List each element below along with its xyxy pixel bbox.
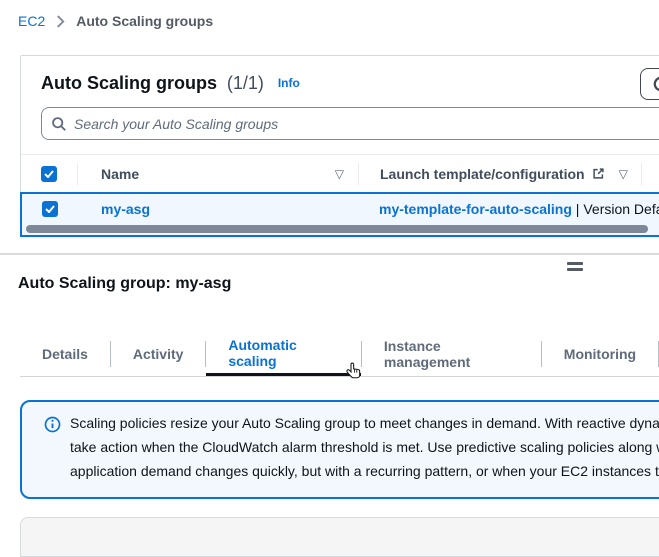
external-link-icon bbox=[592, 167, 605, 180]
table-header-row: Name ▽ Launch template/configuration ▽ bbox=[21, 154, 659, 192]
result-count: (1/1) bbox=[227, 73, 264, 93]
column-header-launch-template[interactable]: Launch template/configuration ▽ bbox=[359, 166, 641, 182]
select-all-cell bbox=[21, 166, 77, 182]
alert-line: application demand changes quickly, but … bbox=[70, 459, 659, 483]
sort-icon[interactable]: ▽ bbox=[335, 167, 344, 181]
launch-template-version: | Version Default bbox=[572, 201, 659, 217]
scaling-policies-card-header bbox=[20, 517, 659, 557]
column-label: Name bbox=[101, 166, 139, 182]
tab-monitoring[interactable]: Monitoring bbox=[542, 332, 658, 376]
sort-icon[interactable]: ▽ bbox=[619, 167, 628, 181]
refresh-icon bbox=[652, 75, 659, 93]
screen: { "colors": { "accent_blue": "#0972d3", … bbox=[0, 0, 659, 534]
launch-template-link[interactable]: my-template-for-auto-scaling bbox=[379, 201, 572, 217]
column-divider bbox=[641, 163, 642, 185]
search-icon bbox=[51, 116, 67, 132]
tab-automatic-scaling[interactable]: Automatic scaling bbox=[206, 332, 361, 376]
page-title: Auto Scaling groups bbox=[41, 73, 217, 93]
table-row[interactable]: my-asg my-template-for-auto-scaling | Ve… bbox=[22, 194, 659, 223]
table-card-header: Auto Scaling groups (1/1) Info bbox=[21, 56, 659, 105]
column-label: Launch template/configuration bbox=[380, 166, 585, 182]
alert-text: Scaling policies resize your Auto Scalin… bbox=[70, 411, 659, 483]
column-header-name[interactable]: Name ▽ bbox=[78, 166, 358, 182]
search-row bbox=[21, 105, 659, 154]
refresh-button[interactable] bbox=[640, 68, 659, 100]
asg-name-link[interactable]: my-asg bbox=[101, 201, 150, 217]
tab-details[interactable]: Details bbox=[20, 332, 110, 376]
search-input[interactable] bbox=[74, 116, 659, 132]
breadcrumb-link-ec2[interactable]: EC2 bbox=[18, 13, 45, 29]
cell-name: my-asg bbox=[78, 201, 358, 217]
row-select-cell bbox=[22, 201, 78, 217]
info-link[interactable]: Info bbox=[278, 76, 300, 90]
chevron-right-icon bbox=[56, 15, 65, 28]
horizontal-scrollbar bbox=[22, 223, 659, 235]
search-box[interactable] bbox=[41, 107, 659, 140]
info-alert: Scaling policies resize your Auto Scalin… bbox=[20, 400, 659, 499]
breadcrumb: EC2 Auto Scaling groups bbox=[18, 13, 213, 29]
alert-line: take action when the CloudWatch alarm th… bbox=[70, 435, 659, 459]
cell-launch-template: my-template-for-auto-scaling | Version D… bbox=[358, 201, 640, 217]
alert-line: Scaling policies resize your Auto Scalin… bbox=[70, 411, 659, 435]
split-panel-title: Auto Scaling group: my-asg bbox=[18, 275, 231, 293]
tabs-bar: Details Activity Automatic scaling Insta… bbox=[20, 332, 659, 377]
tab-activity[interactable]: Activity bbox=[111, 332, 206, 376]
split-panel-border bbox=[0, 253, 659, 255]
horizontal-scrollbar-thumb[interactable] bbox=[26, 225, 648, 233]
breadcrumb-current: Auto Scaling groups bbox=[76, 13, 213, 29]
row-checkbox[interactable] bbox=[42, 201, 58, 217]
select-all-checkbox[interactable] bbox=[41, 166, 57, 182]
info-icon bbox=[44, 416, 61, 436]
asg-table-card: Auto Scaling groups (1/1) Info bbox=[20, 55, 659, 237]
split-panel-resize-handle[interactable] bbox=[567, 262, 583, 274]
tab-instance-management[interactable]: Instance management bbox=[362, 332, 541, 376]
selected-row-outline: my-asg my-template-for-auto-scaling | Ve… bbox=[20, 192, 659, 237]
